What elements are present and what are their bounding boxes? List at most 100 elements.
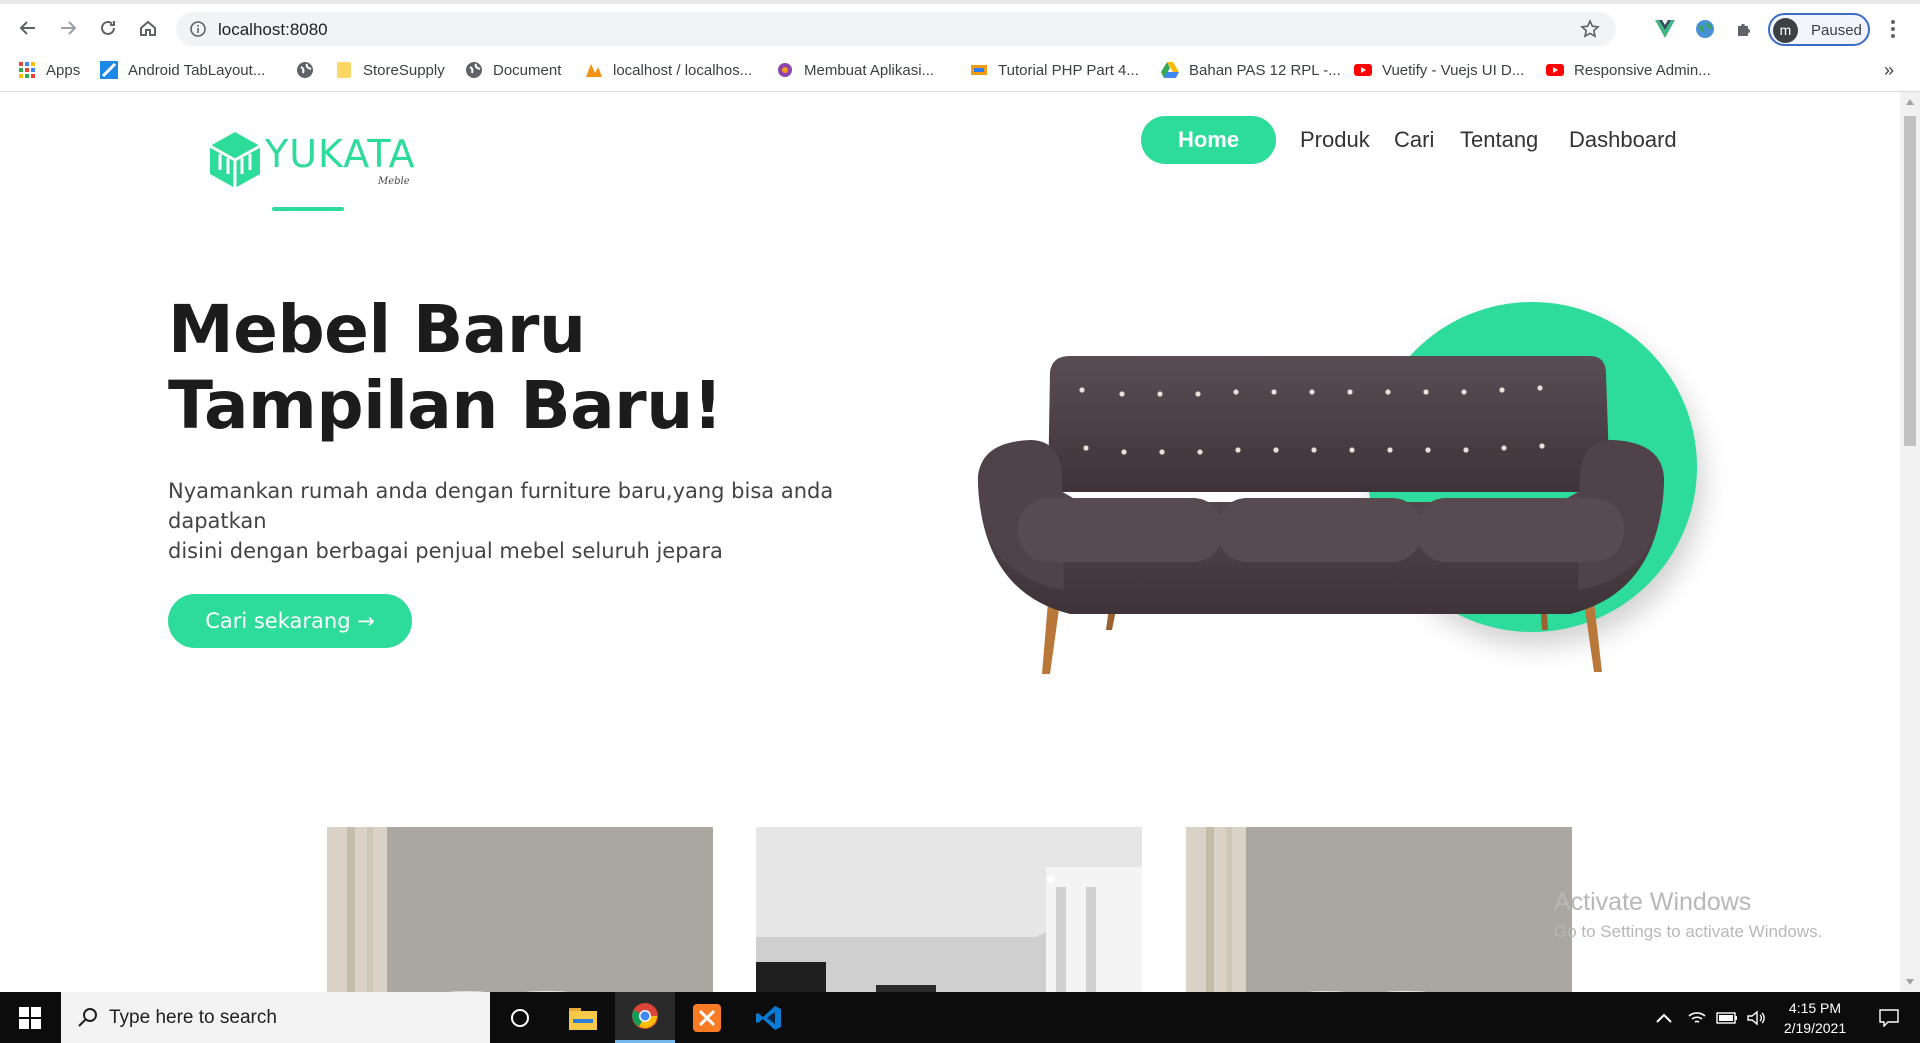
activate-windows-subtitle: Go to Settings to activate Windows.	[1554, 922, 1823, 941]
page-scrollbar[interactable]	[1900, 92, 1920, 992]
task-view-button[interactable]	[490, 992, 550, 1043]
star-icon[interactable]	[1580, 19, 1600, 39]
windows-logo-icon	[19, 1006, 41, 1029]
cari-sekarang-button[interactable]: Cari sekarang →	[168, 594, 412, 648]
arrow-left-icon	[19, 21, 35, 35]
clock-time: 4:15 PM	[1788, 1000, 1842, 1016]
bookmark-label: Bahan PAS 12 RPL -...	[1189, 61, 1341, 79]
browser-toolbar: localhost:8080 m Paused	[0, 4, 1920, 48]
taskbar-xampp[interactable]	[677, 992, 737, 1043]
vscode-icon	[756, 1005, 781, 1030]
notification-icon	[1879, 1008, 1899, 1027]
taskbar-search[interactable]: Type here to search	[61, 992, 490, 1043]
scroll-up-icon[interactable]	[1905, 98, 1915, 106]
url-text: localhost:8080	[218, 20, 328, 39]
bookmark-label: Tutorial PHP Part 4...	[998, 61, 1139, 79]
bookmarks-bar: Apps Android TabLayout... StoreSupply Do…	[0, 48, 1920, 92]
volume-button[interactable]	[1742, 992, 1770, 1043]
bookmark-storesupply[interactable]: StoreSupply	[335, 58, 445, 82]
page-viewport: YUKATA Meble Home Produk Cari Tentang Da…	[0, 92, 1900, 992]
youtube-icon	[1546, 64, 1564, 76]
activate-windows-title: Activate Windows	[1554, 888, 1752, 916]
nav-cari[interactable]: Cari	[1394, 116, 1434, 164]
notifications-button[interactable]	[1864, 992, 1914, 1043]
bookmark-label: StoreSupply	[363, 61, 445, 79]
reload-icon	[101, 20, 115, 35]
xampp-icon	[693, 1003, 721, 1032]
clock-date: 2/19/2021	[1783, 1020, 1847, 1036]
site-icon	[971, 65, 987, 75]
android-icon	[100, 61, 118, 79]
bookmark-membuat-aplikasi[interactable]: Membuat Aplikasi...	[776, 58, 934, 82]
folder-icon	[337, 62, 351, 78]
hero-title: Mebel Baru Tampilan Baru!	[168, 292, 723, 444]
product-card-image[interactable]	[756, 827, 1142, 992]
reload-button[interactable]	[94, 14, 122, 42]
home-button[interactable]	[134, 14, 162, 42]
taskbar-vscode[interactable]	[739, 992, 799, 1043]
info-icon[interactable]	[190, 21, 206, 37]
taskbar-clock[interactable]: 4:15 PM 2/19/2021	[1770, 998, 1860, 1038]
bookmarks-overflow-button[interactable]: »	[1884, 58, 1894, 82]
start-button[interactable]	[0, 992, 60, 1043]
network-button[interactable]	[1683, 992, 1711, 1043]
nav-dashboard[interactable]: Dashboard	[1569, 116, 1677, 164]
bookmark-globe[interactable]	[296, 58, 324, 82]
globe-icon	[297, 62, 313, 78]
scroll-down-icon[interactable]	[1905, 978, 1915, 986]
phpmyadmin-icon	[586, 64, 602, 77]
scroll-thumb[interactable]	[1904, 116, 1916, 446]
bookmark-bahan-pas[interactable]: Bahan PAS 12 RPL -...	[1161, 58, 1341, 82]
kebab-menu-icon	[1891, 20, 1895, 38]
bookmark-vuetify[interactable]: Vuetify - Vuejs UI D...	[1354, 58, 1524, 82]
battery-icon	[1716, 1011, 1737, 1024]
product-card-image[interactable]	[1186, 827, 1572, 992]
bookmark-android-tablayout[interactable]: Android TabLayout...	[100, 58, 265, 82]
chrome-menu-button[interactable]	[1880, 16, 1906, 42]
bookmark-label: Apps	[46, 61, 81, 79]
product-card-image[interactable]	[327, 827, 713, 992]
search-placeholder: Type here to search	[109, 1007, 277, 1028]
taskbar-chrome[interactable]	[615, 992, 675, 1043]
profile-status: Paused	[1811, 22, 1862, 39]
nav-produk[interactable]: Produk	[1300, 116, 1370, 164]
windows-taskbar: Type here to search 4:15 PM 2/19/2021	[0, 992, 1920, 1043]
show-hidden-icons-button[interactable]	[1650, 992, 1678, 1043]
vue-devtools-extension[interactable]	[1652, 16, 1678, 42]
chrome-icon	[632, 1003, 658, 1029]
sofa-image	[977, 356, 1664, 674]
file-explorer-icon	[569, 1007, 597, 1030]
hero-description-line: disini dengan berbagai penjual mebel sel…	[168, 539, 723, 563]
battery-button[interactable]	[1713, 992, 1741, 1043]
chevron-up-icon	[1656, 1013, 1672, 1023]
address-bar[interactable]: localhost:8080	[176, 12, 1616, 46]
site-icon	[778, 63, 792, 77]
bookmark-label: Document	[493, 61, 562, 79]
brand-logo[interactable]: YUKATA Meble	[210, 122, 430, 211]
forward-button[interactable]	[54, 14, 82, 42]
bookmark-phpmyadmin[interactable]: localhost / localhos...	[585, 58, 752, 82]
youtube-icon	[1354, 64, 1372, 76]
bookmark-label: localhost / localhos...	[613, 61, 753, 79]
home-icon	[140, 20, 156, 36]
bookmark-apps[interactable]: Apps	[18, 58, 80, 82]
apps-grid-icon	[19, 62, 35, 78]
hero-description: Nyamankan rumah anda dengan furniture ba…	[168, 476, 928, 566]
nav-home[interactable]: Home	[1141, 116, 1276, 164]
taskbar-file-explorer[interactable]	[553, 992, 613, 1043]
task-view-icon	[511, 1008, 529, 1027]
extensions-button[interactable]	[1732, 16, 1758, 42]
profile-button[interactable]: m Paused	[1768, 13, 1870, 46]
logo-underline	[272, 207, 344, 211]
globe-extension[interactable]	[1692, 16, 1718, 42]
globe-icon	[466, 62, 482, 78]
bookmark-tutorial-php[interactable]: Tutorial PHP Part 4...	[970, 58, 1139, 82]
nav-tentang[interactable]: Tentang	[1460, 116, 1538, 164]
bookmark-label: Android TabLayout...	[128, 61, 266, 79]
bookmark-label: Responsive Admin...	[1574, 61, 1711, 79]
arrow-right-icon	[61, 21, 77, 35]
back-button[interactable]	[14, 14, 42, 42]
bookmark-document[interactable]: Document	[465, 58, 561, 82]
hero-description-line: Nyamankan rumah anda dengan furniture ba…	[168, 479, 834, 533]
bookmark-responsive-admin[interactable]: Responsive Admin...	[1546, 58, 1711, 82]
